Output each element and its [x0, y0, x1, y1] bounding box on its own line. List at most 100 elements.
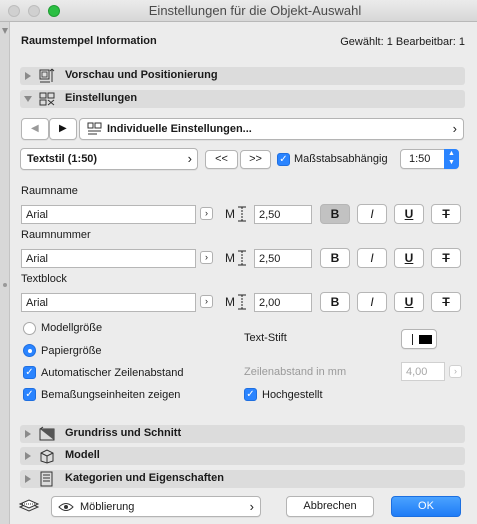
svg-text:M: M [225, 295, 235, 309]
preset-icon [87, 122, 102, 135]
section-label: Einstellungen [65, 92, 138, 104]
text-block-label: Textblock [21, 273, 67, 285]
preset-dropdown-value: Individuelle Einstellungen... [107, 123, 252, 135]
italic-button[interactable]: I [357, 204, 387, 224]
italic-button[interactable]: I [357, 292, 387, 312]
text-size-icon: M [225, 206, 246, 222]
window-title: Einstellungen für die Objekt-Auswahl [148, 3, 362, 18]
svg-text:M: M [225, 207, 235, 221]
line-spacing-picker-button[interactable]: › [449, 365, 462, 378]
text-block-size-field[interactable]: 2,00 [254, 293, 312, 312]
line-spacing-field[interactable]: 4,00 [401, 362, 445, 381]
font-picker-button[interactable]: › [200, 251, 213, 264]
bold-button[interactable]: B [320, 204, 350, 224]
pen-separator [412, 334, 413, 345]
paper-size-radio[interactable] [23, 344, 36, 357]
underline-button[interactable]: U [394, 248, 424, 268]
layer-value: Möblierung [80, 501, 135, 513]
object-type-title: Raumstempel Information [21, 35, 157, 47]
section-label: Vorschau und Positionierung [65, 69, 218, 81]
room-name-font-field[interactable]: Arial [21, 205, 196, 224]
section-label: Kategorien und Eigenschaften [65, 472, 224, 484]
bold-button[interactable]: B [320, 292, 350, 312]
next-style-button[interactable]: >> [240, 150, 271, 169]
cancel-button[interactable]: Abbrechen [286, 496, 374, 517]
chevron-right-icon: › [452, 121, 457, 136]
paper-size-label: Papiergröße [41, 345, 102, 357]
text-pen-label: Text-Stift [244, 332, 287, 344]
settings-grid-icon [39, 92, 55, 106]
stepper-icon: ▲ ▼ [444, 149, 459, 169]
underline-button[interactable]: U [394, 292, 424, 312]
preset-dropdown[interactable]: Individuelle Einstellungen... › [79, 118, 464, 140]
scale-value: 1:50 [409, 153, 431, 165]
preview-position-icon [39, 68, 55, 83]
underline-button[interactable]: U [394, 204, 424, 224]
resize-handle-icon[interactable] [3, 283, 7, 287]
auto-line-spacing-checkbox[interactable]: ✓ [23, 366, 36, 379]
layer-select[interactable]: Möblierung › [51, 496, 261, 517]
strikethrough-button[interactable]: T [431, 248, 461, 268]
layer-stack-icon [18, 499, 40, 512]
minimize-window-button[interactable] [28, 5, 40, 17]
selection-count: Gewählt: 1 Bearbeitbar: 1 [340, 36, 465, 48]
section-model[interactable]: Modell [20, 447, 465, 465]
scale-dependent-label: Maßstabsabhängig [294, 153, 388, 165]
model-size-label: Modellgröße [41, 322, 103, 334]
text-size-icon: M [225, 294, 246, 310]
room-name-size-field[interactable]: 2,50 [254, 205, 312, 224]
room-name-label: Raumname [21, 185, 78, 197]
strikethrough-button[interactable]: T [431, 292, 461, 312]
section-preview[interactable]: Vorschau und Positionierung [20, 67, 465, 85]
categories-list-icon [40, 471, 53, 487]
strikethrough-button[interactable]: T [431, 204, 461, 224]
next-arrow-icon: ▶ [59, 123, 67, 134]
chevron-right-icon: › [187, 151, 192, 166]
zoom-window-button[interactable] [48, 5, 60, 17]
room-number-size-field[interactable]: 2,50 [254, 249, 312, 268]
text-block-font-field[interactable]: Arial [21, 293, 196, 312]
model-cube-icon [40, 449, 54, 464]
section-categories[interactable]: Kategorien und Eigenschaften [20, 470, 465, 488]
side-strip [0, 22, 10, 524]
disclosure-right-icon [25, 452, 31, 460]
font-picker-button[interactable]: › [200, 295, 213, 308]
auto-line-spacing-label: Automatischer Zeilenabstand [41, 367, 184, 379]
scale-dependent-checkbox[interactable]: ✓ [277, 153, 290, 166]
disclosure-down-icon [24, 96, 32, 102]
scale-select[interactable]: 1:50 ▲ ▼ [400, 149, 459, 169]
italic-button[interactable]: I [357, 248, 387, 268]
text-style-select[interactable]: Textstil (1:50) › [20, 148, 198, 170]
eye-icon [58, 503, 74, 511]
close-window-button[interactable] [8, 5, 20, 17]
floorplan-section-icon [39, 426, 55, 441]
text-pen-button[interactable] [401, 329, 437, 349]
section-settings[interactable]: Einstellungen [20, 90, 465, 108]
ok-button[interactable]: OK [391, 496, 461, 517]
pen-color-swatch [419, 335, 432, 344]
previous-preset-button[interactable]: ◀ [21, 118, 49, 140]
text-size-icon: M [225, 250, 246, 266]
chevron-right-icon: › [249, 499, 254, 514]
show-units-checkbox[interactable]: ✓ [23, 388, 36, 401]
next-preset-button[interactable]: ▶ [49, 118, 77, 140]
disclosure-right-icon [25, 475, 31, 483]
collapse-arrow-icon[interactable] [2, 28, 8, 34]
section-floorplan[interactable]: Grundriss und Schnitt [20, 425, 465, 443]
line-spacing-label: Zeilenabstand in mm [244, 366, 347, 378]
room-number-label: Raumnummer [21, 229, 91, 241]
font-picker-button[interactable]: › [200, 207, 213, 220]
bold-button[interactable]: B [320, 248, 350, 268]
superscript-checkbox[interactable]: ✓ [244, 388, 257, 401]
previous-style-button[interactable]: << [205, 150, 238, 169]
show-units-label: Bemaßungseinheiten zeigen [41, 389, 181, 401]
prev-arrow-icon: ◀ [31, 123, 39, 134]
disclosure-right-icon [25, 430, 31, 438]
room-number-font-field[interactable]: Arial [21, 249, 196, 268]
superscript-label: Hochgestellt [262, 389, 323, 401]
model-size-radio[interactable] [23, 322, 36, 335]
section-label: Modell [65, 449, 100, 461]
text-style-value: Textstil (1:50) [27, 153, 98, 165]
section-label: Grundriss und Schnitt [65, 427, 182, 439]
disclosure-right-icon [25, 72, 31, 80]
